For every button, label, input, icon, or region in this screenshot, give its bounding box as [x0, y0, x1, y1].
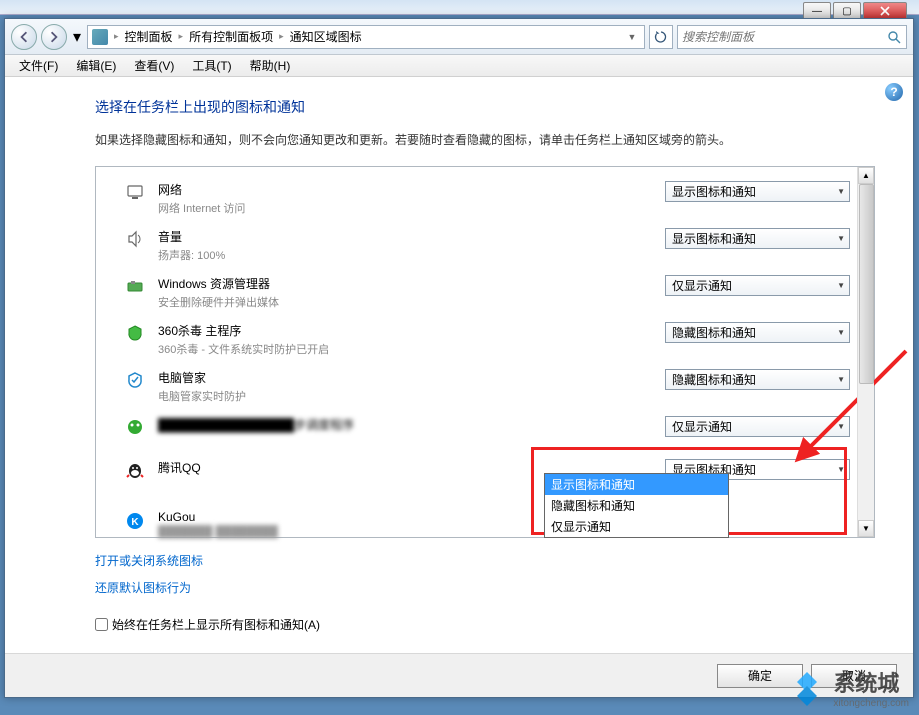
- menu-file[interactable]: 文件(F): [11, 55, 66, 76]
- toggle-system-icons-link[interactable]: 打开或关闭系统图标: [95, 552, 203, 569]
- always-show-checkbox[interactable]: [95, 618, 108, 631]
- qq-icon: [126, 461, 144, 479]
- behavior-dropdown[interactable]: 隐藏图标和通知: [665, 369, 850, 390]
- notification-icons-list: 网络网络 Internet 访问 显示图标和通知 音量扬声器: 100% 显示图…: [95, 166, 875, 538]
- behavior-dropdown-list[interactable]: 显示图标和通知 隐藏图标和通知 仅显示通知: [544, 473, 729, 538]
- behavior-dropdown[interactable]: 仅显示通知: [665, 275, 850, 296]
- breadcrumb-item[interactable]: 控制面板: [125, 28, 173, 45]
- item-subtitle: 安全删除硬件并弹出媒体: [158, 294, 651, 310]
- behavior-dropdown[interactable]: 仅显示通知: [665, 416, 850, 437]
- list-item: 网络网络 Internet 访问 显示图标和通知: [126, 175, 850, 222]
- item-title: 音量: [158, 228, 651, 245]
- scroll-down-button[interactable]: ▼: [858, 520, 874, 537]
- always-show-label[interactable]: 始终在任务栏上显示所有图标和通知(A): [112, 616, 320, 633]
- address-bar[interactable]: ▸ 控制面板 ▸ 所有控制面板项 ▸ 通知区域图标 ▼: [87, 25, 645, 49]
- search-box[interactable]: [677, 25, 907, 49]
- scrollbar[interactable]: ▲ ▼: [857, 167, 874, 537]
- watermark-url: xitongcheng.com: [833, 698, 909, 709]
- svg-text:K: K: [131, 517, 139, 528]
- item-title: ████████████████步调度程序: [158, 416, 651, 433]
- list-item: Windows 资源管理器安全删除硬件并弹出媒体 仅显示通知: [126, 269, 850, 316]
- help-icon[interactable]: ?: [885, 83, 903, 101]
- chevron-right-icon: ▸: [114, 31, 119, 42]
- network-icon: [126, 183, 144, 201]
- forward-button[interactable]: [41, 24, 67, 50]
- breadcrumb-item[interactable]: 通知区域图标: [290, 28, 362, 45]
- menu-view[interactable]: 查看(V): [126, 55, 182, 76]
- menu-bar: 文件(F) 编辑(E) 查看(V) 工具(T) 帮助(H): [5, 55, 913, 77]
- item-subtitle: 电脑管家实时防护: [158, 388, 651, 404]
- 360-antivirus-icon: [126, 324, 144, 342]
- list-item: 腾讯QQ 显示图标和通知: [126, 453, 850, 486]
- address-dropdown-icon[interactable]: ▼: [624, 32, 640, 42]
- item-title: 电脑管家: [158, 369, 651, 386]
- list-item: 电脑管家电脑管家实时防护 隐藏图标和通知: [126, 363, 850, 410]
- page-description: 如果选择隐藏图标和通知，则不会向您通知更改和更新。若要随时查看隐藏的图标，请单击…: [95, 131, 883, 148]
- item-title: 网络: [158, 181, 651, 198]
- list-item: 360杀毒 主程序 360杀毒 - 文件系统实时防护已开启 隐藏图标和通知: [126, 316, 850, 363]
- scroll-thumb[interactable]: [859, 184, 874, 384]
- item-title: 360杀毒 主程序: [158, 322, 651, 339]
- explorer-icon: [126, 277, 144, 295]
- volume-icon: [126, 230, 144, 248]
- refresh-button[interactable]: [649, 25, 673, 49]
- control-panel-icon: [92, 29, 108, 45]
- dropdown-option[interactable]: 显示图标和通知: [545, 474, 728, 495]
- item-subtitle: 扬声器: 100%: [158, 247, 651, 263]
- content-area: ? 选择在任务栏上出现的图标和通知 如果选择隐藏图标和通知，则不会向您通知更改和…: [5, 77, 913, 697]
- menu-help[interactable]: 帮助(H): [242, 55, 299, 76]
- behavior-dropdown[interactable]: 显示图标和通知: [665, 228, 850, 249]
- back-button[interactable]: [11, 24, 37, 50]
- dropdown-option[interactable]: 仅显示通知: [545, 516, 728, 537]
- search-icon[interactable]: [886, 29, 902, 45]
- watermark-brand: 系统城: [833, 671, 899, 696]
- nav-history-dropdown[interactable]: ▾: [71, 27, 83, 47]
- button-bar: 确定 取消: [5, 653, 913, 697]
- control-panel-window: ▾ ▸ 控制面板 ▸ 所有控制面板项 ▸ 通知区域图标 ▼ 文件(F) 编辑(E…: [4, 18, 914, 698]
- dropdown-option[interactable]: 隐藏图标和通知: [545, 495, 728, 516]
- list-item: 音量扬声器: 100% 显示图标和通知: [126, 222, 850, 269]
- menu-tools[interactable]: 工具(T): [184, 55, 239, 76]
- item-subtitle: 360杀毒 - 文件系统实时防护已开启: [158, 341, 651, 357]
- item-title: Windows 资源管理器: [158, 275, 651, 292]
- page-title: 选择在任务栏上出现的图标和通知: [95, 97, 883, 117]
- pc-manager-icon: [126, 371, 144, 389]
- kugou-icon: K: [126, 512, 144, 530]
- sync-scheduler-icon: [126, 418, 144, 436]
- behavior-dropdown[interactable]: 隐藏图标和通知: [665, 322, 850, 343]
- search-input[interactable]: [682, 30, 886, 44]
- chevron-right-icon: ▸: [279, 31, 284, 42]
- menu-edit[interactable]: 编辑(E): [68, 55, 124, 76]
- restore-default-link[interactable]: 还原默认图标行为: [95, 579, 191, 596]
- scroll-up-button[interactable]: ▲: [858, 167, 874, 184]
- nav-bar: ▾ ▸ 控制面板 ▸ 所有控制面板项 ▸ 通知区域图标 ▼: [5, 19, 913, 55]
- item-subtitle: 网络 Internet 访问: [158, 200, 651, 216]
- breadcrumb-item[interactable]: 所有控制面板项: [189, 28, 273, 45]
- list-item: ████████████████步调度程序 仅显示通知: [126, 410, 850, 443]
- behavior-dropdown[interactable]: 显示图标和通知: [665, 181, 850, 202]
- chevron-right-icon: ▸: [179, 31, 184, 42]
- watermark-logo-icon: [787, 668, 827, 708]
- list-item: K KuGou███████ ████████: [126, 504, 850, 544]
- watermark: 系统城 xitongcheng.com: [787, 666, 909, 709]
